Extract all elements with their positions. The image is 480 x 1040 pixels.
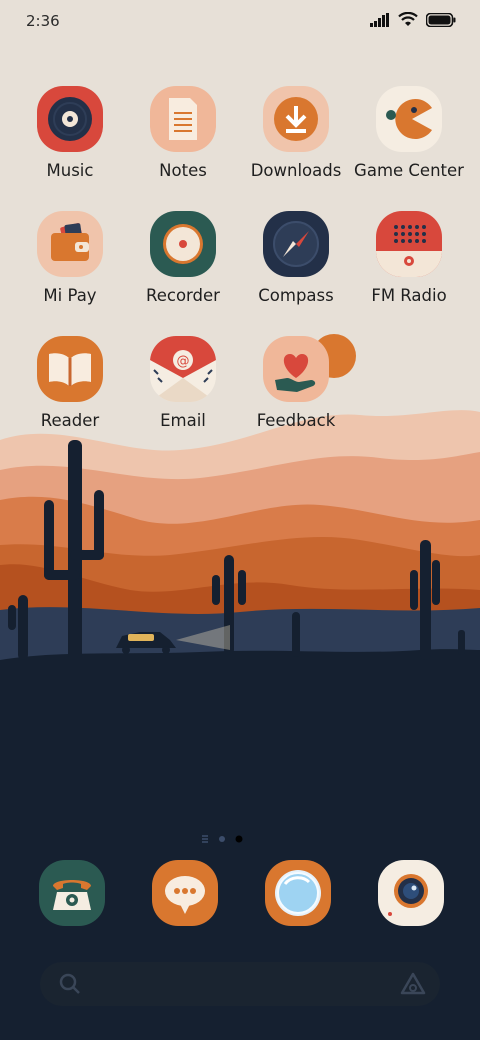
game-center-icon xyxy=(376,86,442,152)
app-mi-pay[interactable]: Mi Pay xyxy=(14,211,126,321)
browser-icon xyxy=(275,870,321,916)
app-label: Email xyxy=(160,411,206,430)
status-icons xyxy=(370,12,456,27)
feedback-icon xyxy=(263,336,329,402)
status-bar: 2:36 xyxy=(0,0,480,44)
wallet-icon xyxy=(37,211,103,277)
app-music[interactable]: Music xyxy=(14,86,126,196)
status-time: 2:36 xyxy=(26,12,60,30)
search-icon xyxy=(59,973,80,994)
svg-text:@: @ xyxy=(177,354,190,369)
book-icon xyxy=(37,336,103,402)
assistant-icon[interactable] xyxy=(400,972,426,996)
page-indicator xyxy=(200,830,250,843)
email-icon: @ xyxy=(150,336,216,402)
app-email[interactable]: @ Email xyxy=(127,336,239,446)
music-icon xyxy=(37,86,103,152)
app-reader[interactable]: Reader xyxy=(14,336,126,446)
app-label: FM Radio xyxy=(371,286,447,305)
app-compass[interactable]: Compass xyxy=(240,211,352,321)
notes-icon xyxy=(150,86,216,152)
app-feedback[interactable]: Feedback xyxy=(240,334,356,446)
downloads-icon xyxy=(263,86,329,152)
signal-icon xyxy=(370,12,389,27)
app-recorder[interactable]: Recorder xyxy=(127,211,239,321)
app-label: Recorder xyxy=(146,286,220,305)
battery-icon xyxy=(426,12,456,27)
dock-browser[interactable] xyxy=(265,860,331,926)
dock-messages[interactable] xyxy=(152,860,218,926)
camera-icon xyxy=(388,874,428,916)
phone-icon xyxy=(53,880,91,910)
wifi-icon xyxy=(398,12,418,26)
search-bar[interactable] xyxy=(40,962,440,1006)
radio-icon xyxy=(376,211,442,277)
app-fm-radio[interactable]: FM Radio xyxy=(353,211,465,321)
app-notes[interactable]: Notes xyxy=(127,86,239,196)
app-label: Music xyxy=(46,161,94,180)
messages-icon xyxy=(165,876,205,914)
recorder-icon xyxy=(150,211,216,277)
app-label: Feedback xyxy=(256,411,336,430)
app-label: Game Center xyxy=(354,161,464,180)
app-label: Compass xyxy=(258,286,334,305)
app-label: Reader xyxy=(40,411,100,430)
app-label: Downloads xyxy=(250,161,342,180)
dock-camera[interactable] xyxy=(378,860,444,926)
app-downloads[interactable]: Downloads xyxy=(240,86,352,196)
app-label: Mi Pay xyxy=(43,286,97,305)
app-label: Notes xyxy=(159,161,207,180)
dock-phone[interactable] xyxy=(39,860,105,926)
compass-icon xyxy=(263,211,329,277)
app-game-center[interactable]: Game Center xyxy=(353,86,465,196)
